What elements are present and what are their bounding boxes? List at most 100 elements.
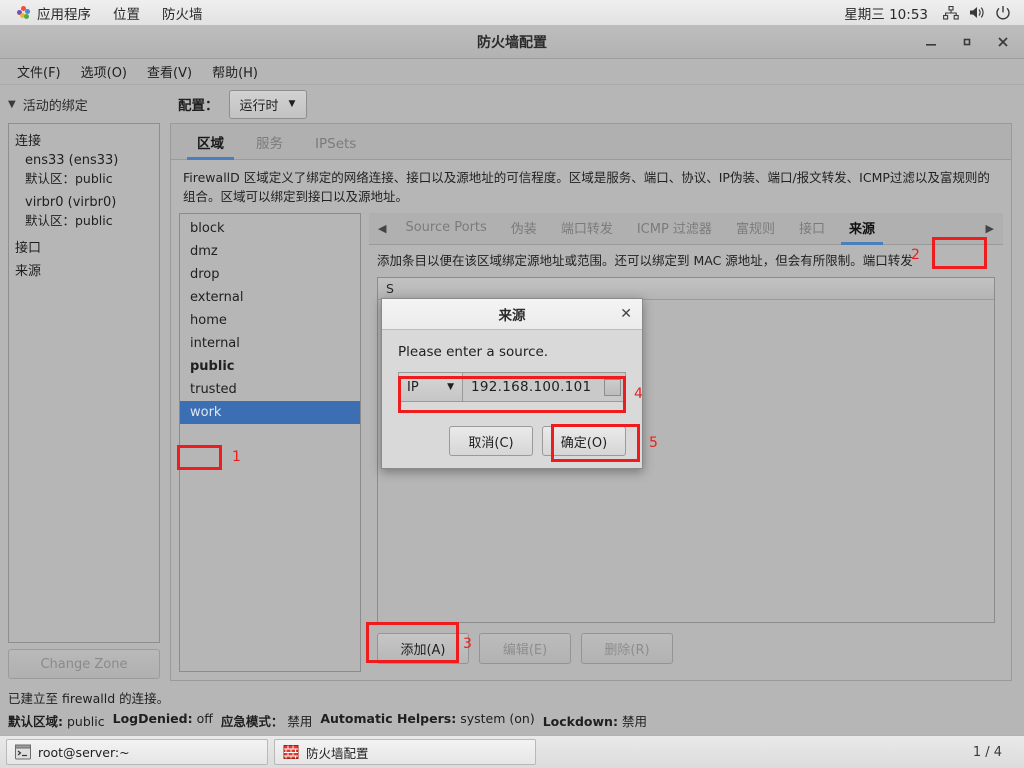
zone-row[interactable]: block <box>180 217 360 240</box>
menu-help[interactable]: 帮助(H) <box>203 59 267 84</box>
zone-row[interactable]: internal <box>180 332 360 355</box>
annotation-number-5: 5 <box>649 435 658 451</box>
scroll-left-icon[interactable]: ◀ <box>371 222 393 235</box>
dialog-ok-button[interactable]: 确定(O) <box>542 426 626 456</box>
source-type-value: IP <box>407 379 419 395</box>
configuration-select[interactable]: 运行时 ▼ <box>228 89 307 119</box>
dialog-title: 来源 <box>498 308 526 324</box>
zone-row[interactable]: dmz <box>180 240 360 263</box>
dialog-cancel-button[interactable]: 取消(C) <box>449 426 533 456</box>
tab-ipsets[interactable]: IPSets <box>299 130 372 159</box>
menu-current-app[interactable]: 防火墙 <box>151 0 214 26</box>
subtab-rich-rules[interactable]: 富规则 <box>724 213 787 245</box>
chevron-down-icon: ▼ <box>447 382 454 392</box>
menu-file[interactable]: 文件(F) <box>8 59 70 84</box>
window-title: 防火墙配置 <box>477 35 547 51</box>
menu-applications-label: 应用程序 <box>37 6 91 23</box>
subtab-sources[interactable]: 来源 <box>837 213 887 246</box>
bindings-pane: 连接 ens33 (ens33) 默认区：public virbr0 (virb… <box>0 123 168 685</box>
screen: 应用程序 位置 防火墙 星期三 10:53 防火墙配置 文件(F) 选项(O) … <box>0 0 1024 768</box>
gnome-logo-icon <box>17 5 31 20</box>
annotation-number-3: 3 <box>463 636 472 652</box>
zone-row-work[interactable]: work <box>180 400 360 424</box>
taskbar: root@server:~ 防火墙配置 1 / 4 <box>0 735 1024 768</box>
status-helpers: Automatic Helpers: system (on) <box>320 711 534 730</box>
menu-applications[interactable]: 应用程序 <box>6 0 102 26</box>
annotation-number-4: 4 <box>634 386 643 402</box>
edit-entry-icon[interactable] <box>604 378 621 396</box>
dialog-titlebar: 来源 ✕ <box>382 299 642 330</box>
annotation-number-1: 1 <box>232 449 241 465</box>
subtab-source-ports[interactable]: Source Ports <box>393 214 498 242</box>
subtab-port-forwarding[interactable]: 端口转发 <box>549 213 625 245</box>
zone-row[interactable]: home <box>180 309 360 332</box>
menu-view[interactable]: 查看(V) <box>138 59 201 84</box>
zone-row[interactable]: drop <box>180 263 360 286</box>
menu-options[interactable]: 选项(O) <box>72 59 136 84</box>
status-panic-mode-value: 禁用 <box>287 714 313 729</box>
dialog-body: Please enter a source. IP ▼ 192.168.100.… <box>382 330 642 412</box>
status-default-zone-value: public <box>66 714 105 729</box>
change-zone-button[interactable]: Change Zone <box>8 649 160 679</box>
scroll-right-icon[interactable]: ▶ <box>979 222 1001 235</box>
window-titlebar: 防火墙配置 <box>0 26 1024 59</box>
delete-button: 删除(R) <box>581 633 673 664</box>
status-logdenied-value: off <box>196 711 213 726</box>
window-buttons <box>924 35 1024 49</box>
volume-icon[interactable] <box>964 3 990 23</box>
tab-services[interactable]: 服务 <box>240 126 299 159</box>
configuration-select-value: 运行时 <box>239 98 279 114</box>
gnome-top-panel: 应用程序 位置 防火墙 星期三 10:53 <box>0 0 1024 26</box>
close-icon[interactable] <box>996 35 1010 49</box>
connection-name: virbr0 (virbr0) <box>25 195 117 210</box>
taskbar-item-firewall[interactable]: 防火墙配置 <box>274 739 536 765</box>
workspace-indicator[interactable]: 1 / 4 <box>963 743 1012 762</box>
sources-description: 添加条目以便在该区域绑定源地址或范围。还可以绑定到 MAC 源地址，但会有所限制… <box>377 252 913 268</box>
zone-list[interactable]: block dmz drop external home internal pu… <box>179 212 361 672</box>
connection-zone: 默认区：public <box>25 171 113 186</box>
minimize-icon[interactable] <box>924 35 938 49</box>
status-panic-mode-key: 应急模式： <box>220 714 284 729</box>
configuration-area: 配置： 运行时 ▼ <box>168 89 307 119</box>
subtab-masquerade[interactable]: 伪装 <box>499 213 549 245</box>
configuration-label: 配置： <box>178 98 219 114</box>
power-icon[interactable] <box>990 3 1016 23</box>
menu-current-app-label: 防火墙 <box>162 6 203 23</box>
taskbar-item-firewall-label: 防火墙配置 <box>306 745 369 761</box>
status-logdenied-key: LogDenied: <box>112 711 193 726</box>
connections-header: 连接 <box>15 134 42 149</box>
status-default-zone: 默认区域: public <box>8 711 105 730</box>
source-address-input[interactable]: 192.168.100.101 <box>462 372 626 402</box>
add-button[interactable]: 添加(A) <box>377 633 469 664</box>
bindings-listbox[interactable]: 连接 ens33 (ens33) 默认区：public virbr0 (virb… <box>8 123 160 643</box>
zone-row[interactable]: external <box>180 286 360 309</box>
active-bindings-label: 活动的绑定 <box>22 98 88 114</box>
maximize-icon[interactable] <box>960 35 974 49</box>
top-panel-right: 星期三 10:53 <box>834 0 1024 26</box>
network-icon[interactable] <box>938 3 964 23</box>
sources-header: 来源 <box>15 264 42 279</box>
active-bindings-toggle[interactable]: ▼ 活动的绑定 <box>0 95 168 114</box>
connection-zone: 默认区：public <box>25 213 113 228</box>
status-lockdown-value: 禁用 <box>621 714 647 729</box>
dialog-entry-row: IP ▼ 192.168.100.101 <box>398 372 626 402</box>
status-message: 已建立至 firewalld 的连接。 <box>8 691 170 706</box>
source-type-select[interactable]: IP ▼ <box>398 372 462 402</box>
connection-item[interactable]: virbr0 (virbr0) 默认区：public <box>25 195 153 229</box>
sources-table-header: S <box>378 277 994 300</box>
taskbar-item-terminal[interactable]: root@server:~ <box>6 739 268 765</box>
zone-row-public[interactable]: public <box>180 355 360 378</box>
chevron-down-icon: ▼ <box>288 99 296 109</box>
firewall-icon <box>283 744 299 760</box>
top-panel-left: 应用程序 位置 防火墙 <box>0 0 214 26</box>
taskbar-item-terminal-label: root@server:~ <box>38 744 130 760</box>
subtab-interfaces[interactable]: 接口 <box>787 213 837 245</box>
dialog-close-icon[interactable]: ✕ <box>620 306 642 322</box>
status-lockdown: Lockdown: 禁用 <box>543 711 647 730</box>
zone-row[interactable]: trusted <box>180 378 360 401</box>
connection-item[interactable]: ens33 (ens33) 默认区：public <box>25 153 153 187</box>
subtab-icmp-filter[interactable]: ICMP 过滤器 <box>625 213 724 245</box>
tab-zones[interactable]: 区域 <box>181 126 240 160</box>
clock[interactable]: 星期三 10:53 <box>834 0 938 26</box>
menu-places[interactable]: 位置 <box>102 0 151 26</box>
